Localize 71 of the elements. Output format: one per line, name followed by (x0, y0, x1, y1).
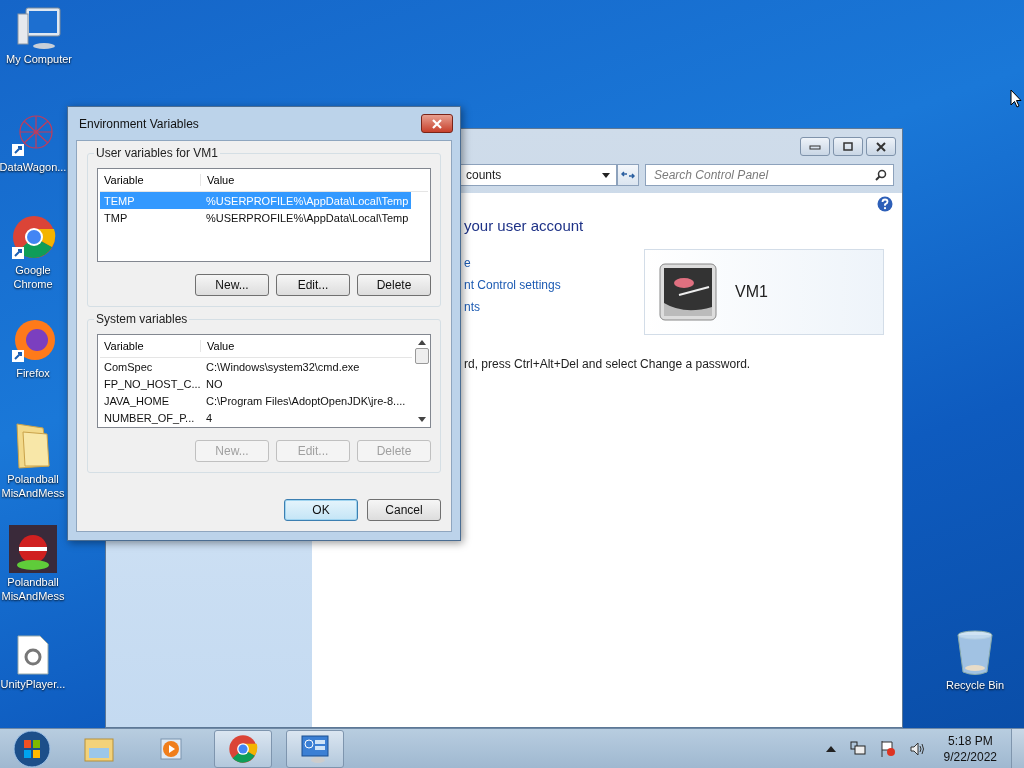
password-note: rd, press Ctrl+Alt+Del and select Change a password. (464, 357, 752, 371)
column-header[interactable]: Value (200, 340, 412, 352)
scrollbar-thumb[interactable] (415, 348, 429, 364)
group-label: User variables for VM1 (94, 146, 221, 160)
variable-row[interactable]: TMP %USERPROFILE%\AppData\Local\Temp (100, 209, 428, 226)
folder-icon[interactable] (13, 420, 53, 470)
maximize-button[interactable] (833, 137, 863, 156)
clock-date[interactable]: 9/22/2022 (943, 748, 997, 765)
dialog-button[interactable]: Delete (357, 274, 431, 296)
help-icon[interactable] (877, 196, 893, 212)
scroll-down-icon[interactable] (418, 417, 426, 422)
search-field[interactable]: Search Control Panel (645, 164, 894, 186)
taskbar-app-button[interactable] (214, 729, 272, 768)
minimize-button[interactable] (800, 137, 830, 156)
computer-icon[interactable] (16, 6, 62, 50)
flag-icon[interactable] (879, 739, 896, 758)
game-character-icon[interactable] (9, 525, 57, 573)
dialog-button[interactable]: OK (284, 499, 358, 521)
variable-row[interactable]: JAVA_HOME C:\Program Files\AdoptOpenJDK\jre-8.... (100, 392, 412, 409)
dialog-button[interactable]: Edit... (276, 274, 350, 296)
caret-icon (602, 172, 610, 178)
desktop-icon-label[interactable]: Google Chrome (0, 263, 66, 291)
scroll-up-icon[interactable] (418, 340, 426, 345)
column-header[interactable]: Value (200, 174, 428, 186)
refresh-button[interactable] (617, 164, 639, 186)
speaker-icon[interactable] (909, 740, 926, 757)
mouse-pointer-icon (1010, 89, 1022, 108)
column-header[interactable]: Variable (100, 340, 200, 352)
page-heading: your user account (464, 217, 584, 234)
chrome-icon[interactable] (10, 215, 56, 261)
play-icon (158, 735, 184, 762)
start-button[interactable] (12, 728, 52, 768)
recycle-bin-icon[interactable] (956, 630, 994, 676)
variable-row[interactable]: NUMBER_OF_P... 4 (100, 409, 412, 426)
settings-link[interactable]: e (464, 256, 584, 270)
settings-link[interactable]: nt Control settings (464, 278, 584, 292)
desktop-icon-label[interactable]: DataWagon... (0, 160, 67, 174)
group-label: System variables (94, 312, 190, 326)
search-icon (875, 169, 887, 181)
maximize-icon (842, 141, 854, 152)
variable-row[interactable]: ComSpec C:\Windows\system32\cmd.exe (100, 358, 412, 375)
close-button[interactable] (866, 137, 896, 156)
control-panel-icon (300, 733, 330, 764)
column-header[interactable]: Variable (100, 174, 200, 186)
desktop-icon-label[interactable]: Recycle Bin (945, 678, 1005, 692)
dialog-title: Environment Variables (79, 116, 199, 131)
refresh-icon (621, 169, 635, 181)
desktop-icon-label[interactable]: My Computer (6, 52, 72, 66)
dialog-button[interactable]: New... (195, 274, 269, 296)
close-icon (431, 118, 443, 129)
network-icon[interactable] (849, 740, 866, 757)
file-icon[interactable] (16, 635, 50, 675)
dialog-button[interactable]: Cancel (367, 499, 441, 521)
account-name: VM1 (735, 283, 768, 301)
chrome-icon (228, 733, 258, 764)
desktop-icon-label[interactable]: UnityPlayer... (0, 677, 66, 691)
firefox-icon[interactable] (10, 318, 56, 364)
taskbar-app-button[interactable] (286, 729, 344, 768)
close-button[interactable] (421, 114, 453, 133)
desktop-icon-label[interactable]: Polandball MisAndMess (0, 575, 66, 603)
minimize-icon (809, 143, 821, 150)
settings-link[interactable]: nts (464, 300, 584, 314)
close-icon (875, 141, 887, 152)
desktop-icon-label[interactable]: Firefox (16, 366, 50, 380)
variable-row[interactable]: FP_NO_HOST_C... NO (100, 375, 412, 392)
clock-time[interactable]: 5:18 PM (947, 732, 993, 749)
desktop-icon-label[interactable]: Polandball MisAndMess (0, 472, 66, 500)
folder-icon (84, 735, 114, 762)
show-hidden-icons-button[interactable] (825, 745, 836, 752)
account-picture (659, 263, 717, 321)
network-graph-icon[interactable] (10, 112, 56, 158)
